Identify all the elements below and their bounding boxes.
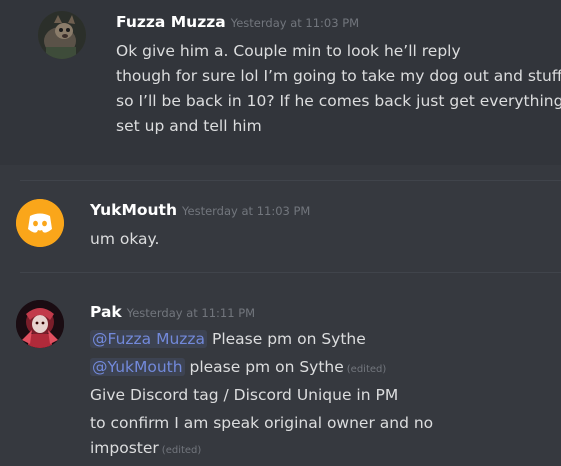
message-header: YukMouth Yesterday at 11:03 PM <box>90 200 310 219</box>
timestamp: Yesterday at 11:03 PM <box>230 16 360 30</box>
message-line: um okay. <box>90 230 160 248</box>
message-line: set up and tell him <box>116 117 262 135</box>
message-text: please pm on Sythe <box>184 358 344 376</box>
timestamp: Yesterday at 11:11 PM <box>126 306 256 320</box>
message-header: Fuzza Muzza Yesterday at 11:03 PM <box>116 12 359 31</box>
message-text: Please pm on Sythe <box>207 330 366 348</box>
message-group-fuzza: Fuzza Muzza Yesterday at 11:03 PM Ok give… <box>0 0 561 165</box>
fuzza-muzza-avatar[interactable] <box>38 11 86 59</box>
message-header: Pak Yesterday at 11:11 PM <box>90 302 255 321</box>
yukmouth-avatar[interactable] <box>16 199 64 247</box>
discord-logo-icon <box>16 199 64 247</box>
pak-avatar-image <box>16 300 64 348</box>
message-line: though for sure lol I’m going to take my… <box>116 67 561 85</box>
message-text: imposter <box>90 439 159 457</box>
edited-tag: (edited) <box>161 445 202 456</box>
author-name[interactable]: YukMouth <box>90 201 177 219</box>
message-line: imposter (edited) <box>90 439 201 457</box>
user-mention[interactable]: @YukMouth <box>90 358 185 376</box>
message-line: Give Discord tag / Discord Unique in PM <box>90 386 399 404</box>
pak-avatar[interactable] <box>16 300 64 348</box>
message-line: so I’ll be back in 10? If he comes back … <box>116 92 561 110</box>
fuzza-muzza-avatar-image <box>38 11 86 59</box>
message-line: Ok give him a. Couple min to look he’ll … <box>116 42 461 60</box>
message-line: @Fuzza Muzza Please pm on Sythe <box>90 330 366 348</box>
message-group-pak: Pak Yesterday at 11:11 PM @Fuzza Muzza Pl… <box>0 273 561 466</box>
message-line: to confirm I am speak original owner and… <box>90 414 434 432</box>
timestamp: Yesterday at 11:03 PM <box>182 204 311 218</box>
author-name[interactable]: Pak <box>90 303 122 321</box>
message-group-yukmouth: YukMouth Yesterday at 11:03 PM um okay. <box>0 181 561 271</box>
message-line: @YukMouth please pm on Sythe (edited) <box>90 358 386 376</box>
author-name[interactable]: Fuzza Muzza <box>116 13 226 31</box>
edited-tag: (edited) <box>346 364 387 375</box>
user-mention[interactable]: @Fuzza Muzza <box>90 330 208 348</box>
